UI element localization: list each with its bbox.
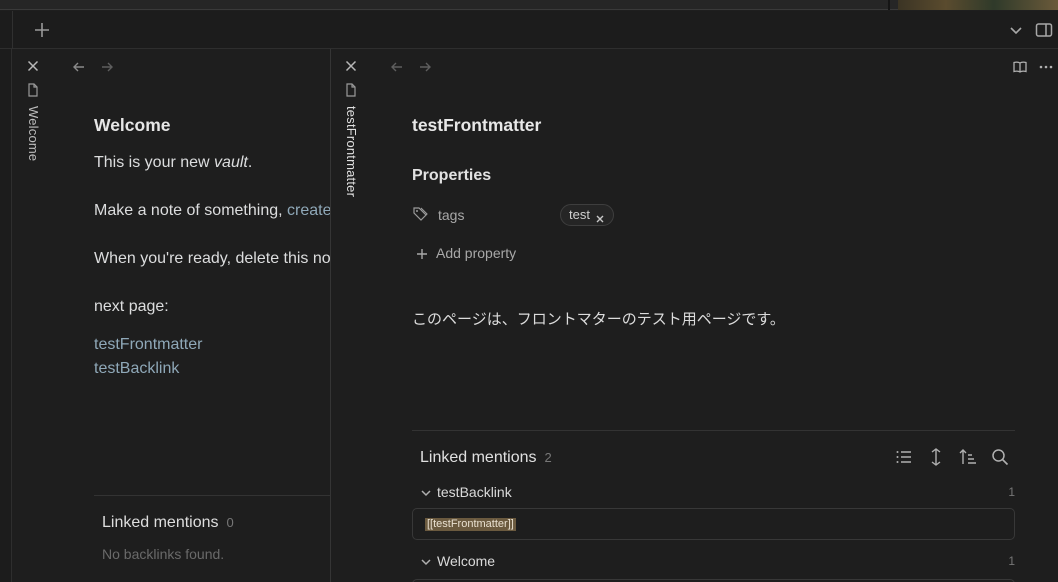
text: This is your new xyxy=(94,154,215,171)
stacked-tab-title[interactable]: Welcome xyxy=(26,106,41,161)
list-icon[interactable] xyxy=(895,448,913,466)
plus-icon[interactable] xyxy=(32,20,52,40)
backlink-tools xyxy=(895,448,1009,466)
arrow-right-icon[interactable] xyxy=(99,59,115,75)
close-icon[interactable] xyxy=(26,59,40,73)
tab-bar-edge xyxy=(12,11,13,49)
internal-link[interactable]: testFrontmatter xyxy=(94,333,330,357)
backlink-group[interactable]: Welcome 1 xyxy=(420,552,1015,572)
emphasis: vault xyxy=(214,154,248,171)
chevron-down-icon[interactable] xyxy=(420,486,432,498)
highlighted-match: [[testFrontmatter]] xyxy=(425,518,516,531)
tag-pill[interactable]: test xyxy=(560,204,614,226)
property-key[interactable]: tags xyxy=(438,207,464,223)
mention-count: 2 xyxy=(544,450,552,465)
internal-link[interactable]: create xyxy=(287,202,330,219)
stacked-tab-welcome[interactable]: Welcome xyxy=(13,49,53,582)
stacked-tab-title[interactable]: testFrontmatter xyxy=(344,106,359,197)
text: . xyxy=(247,154,253,171)
pane-welcome: Welcome Welcome This is your new vault. … xyxy=(13,49,330,582)
mention-count: 0 xyxy=(226,515,234,530)
close-icon[interactable] xyxy=(344,59,358,73)
note-body: testFrontmatter Properties tags test Add… xyxy=(412,115,1015,328)
linked-mentions-title[interactable]: Linked mentions 2 xyxy=(420,449,552,467)
nav-arrows xyxy=(389,59,433,75)
sort-icon[interactable] xyxy=(959,448,977,466)
backlink-group[interactable]: testBacklink 1 xyxy=(420,483,1015,503)
backlink-count: 1 xyxy=(1008,485,1015,499)
link-list: testFrontmatter testBacklink xyxy=(94,333,330,381)
text: Linked mentions xyxy=(102,514,219,531)
top-divider xyxy=(888,0,890,10)
chevron-down-icon[interactable] xyxy=(1006,20,1026,40)
properties-heading[interactable]: Properties xyxy=(412,167,491,185)
linked-mentions: Linked mentions 2 testBacklink 1 [[testFr… xyxy=(412,430,1015,582)
tag-label: test xyxy=(569,207,590,222)
internal-link[interactable]: testBacklink xyxy=(94,357,330,381)
file-icon xyxy=(345,83,357,97)
book-open-icon[interactable] xyxy=(1012,59,1028,75)
property-row-tags: tags test xyxy=(412,203,1015,227)
add-property-label: Add property xyxy=(436,245,517,261)
note-body: Welcome This is your new vault. Make a n… xyxy=(94,115,330,381)
paragraph: このページは、フロントマターのテスト用ページです。 xyxy=(412,311,785,328)
left-ribbon xyxy=(0,49,12,582)
file-icon xyxy=(27,83,39,97)
arrow-right-icon[interactable] xyxy=(417,59,433,75)
backlink-source[interactable]: testBacklink xyxy=(437,484,512,500)
note-title[interactable]: testFrontmatter xyxy=(412,115,1015,136)
nav-arrows xyxy=(71,59,115,75)
background-photo xyxy=(898,0,1058,10)
paragraph: Make a note of something, create xyxy=(94,201,330,221)
linked-mentions-title[interactable]: Linked mentions 0 xyxy=(102,514,234,532)
more-options-icon[interactable] xyxy=(1038,59,1054,75)
empty-state: No backlinks found. xyxy=(102,546,225,562)
text: Linked mentions xyxy=(420,449,537,466)
view-actions xyxy=(1012,59,1054,75)
linked-mentions: Linked mentions 0 No backlinks found. xyxy=(94,495,330,562)
paragraph: next page: xyxy=(94,298,169,315)
tags-icon xyxy=(412,206,428,222)
text: Make a note of something, xyxy=(94,202,287,219)
backlink-source[interactable]: Welcome xyxy=(437,553,495,569)
search-icon[interactable] xyxy=(991,448,1009,466)
note-heading: Welcome xyxy=(94,115,171,135)
add-property-button[interactable]: Add property xyxy=(416,245,516,261)
chevron-down-icon[interactable] xyxy=(420,555,432,567)
remove-icon[interactable] xyxy=(595,210,605,223)
sidebar-toggle-icon[interactable] xyxy=(1034,20,1054,40)
window-top-strip xyxy=(0,0,1058,10)
arrow-left-icon[interactable] xyxy=(389,59,405,75)
arrow-left-icon[interactable] xyxy=(71,59,87,75)
backlink-snippet[interactable]: [[testFrontmatter]] xyxy=(412,508,1015,540)
stacked-tab-testfrontmatter[interactable]: testFrontmatter xyxy=(331,49,371,582)
paragraph: When you're ready, delete this no xyxy=(94,250,330,267)
plus-icon xyxy=(416,247,428,259)
expand-vertical-icon[interactable] xyxy=(927,448,945,466)
paragraph: This is your new vault. xyxy=(94,153,330,173)
pane-testfrontmatter: testFrontmatter testFrontmatter Properti… xyxy=(331,49,1058,582)
backlink-count: 1 xyxy=(1008,554,1015,568)
tab-bar xyxy=(0,11,1058,49)
